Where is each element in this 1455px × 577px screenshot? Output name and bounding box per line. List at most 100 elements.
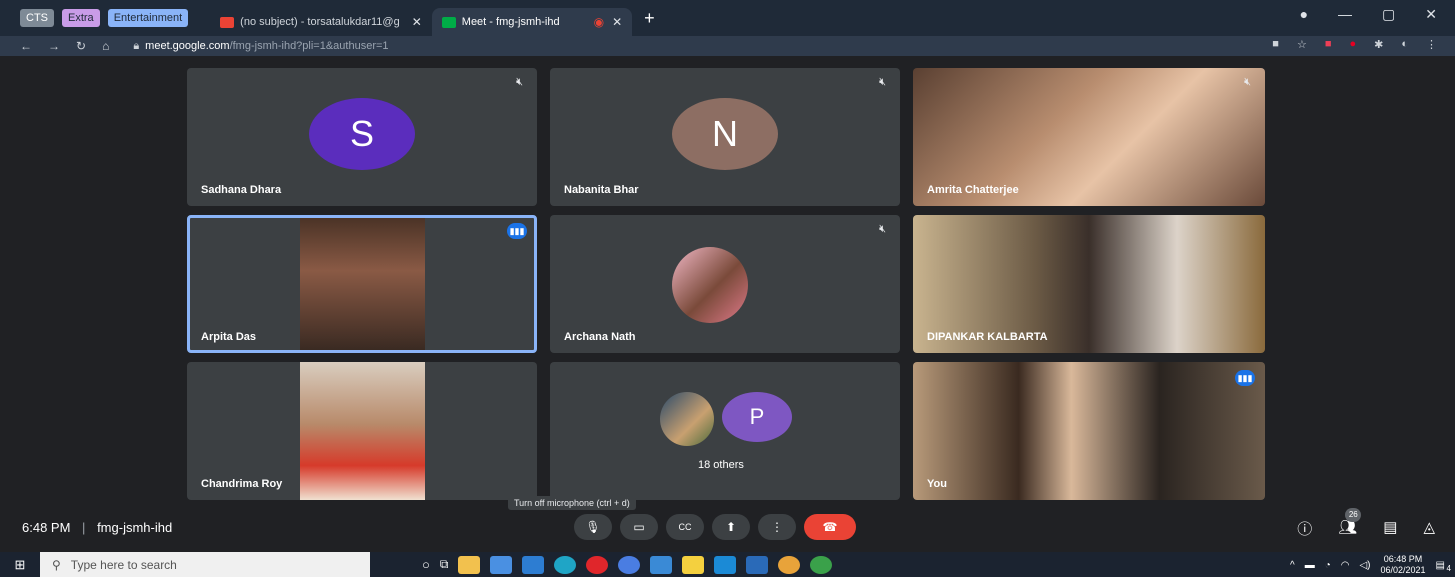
participant-tile[interactable]: DIPANKAR KALBARTA	[913, 215, 1265, 353]
opera-icon[interactable]	[586, 555, 609, 574]
participant-tile[interactable]: 🔇︎ S Sadhana Dhara	[187, 68, 537, 206]
gmail-icon	[220, 16, 235, 28]
wifi-icon[interactable]: ◠	[1341, 560, 1350, 571]
file-explorer-icon[interactable]	[458, 555, 481, 574]
chrome-icon[interactable]	[778, 555, 801, 574]
window-controls: ● — ▢ ✕	[1300, 6, 1437, 23]
network-icon[interactable]: ◔	[1325, 560, 1331, 571]
menu-icon[interactable]: ⋮	[1426, 38, 1437, 51]
notifications-icon[interactable]: ▤ 4	[1436, 560, 1451, 573]
back-icon[interactable]: ←	[20, 39, 32, 53]
participant-count-badge: 26	[1345, 508, 1362, 522]
mail-icon[interactable]	[522, 555, 545, 574]
edge-icon[interactable]	[554, 555, 577, 574]
search-placeholder: Type here to search	[70, 557, 177, 572]
participant-tile[interactable]: 🔇︎ N Nabanita Bhar	[550, 68, 900, 206]
call-controls: 🎙︎ ▭ CC ⬆ ⋮ ☎︎	[574, 514, 856, 540]
tab-group-cts[interactable]: CTS	[20, 9, 54, 27]
minimize-icon[interactable]: —	[1338, 6, 1352, 23]
chrome-alt-icon[interactable]	[810, 555, 833, 574]
cortana-icon[interactable]: ○	[422, 557, 430, 572]
participant-tile[interactable]: 🔇︎ Archana Nath	[550, 215, 900, 353]
home-icon[interactable]: ⌂	[102, 39, 109, 53]
profile-icon[interactable]: ◐	[1401, 38, 1408, 51]
clock[interactable]: 06:48 PM 06/02/2021	[1381, 554, 1426, 576]
activities-icon[interactable]: ◬	[1423, 518, 1435, 539]
mic-tooltip: Turn off microphone (ctrl + d)	[508, 496, 636, 510]
mic-muted-icon: 🔇︎	[1244, 76, 1251, 88]
more-icon: ⋮	[771, 520, 783, 534]
hangup-icon: ☎︎	[822, 520, 838, 534]
url-path: /fmg-jsmh-ihd?pli=1&authuser=1	[229, 40, 389, 52]
browser-tabbar: CTS Extra Entertainment (no subject) - t…	[0, 0, 1455, 36]
camera-button[interactable]: ▭	[620, 514, 658, 540]
search-icon: ⚲	[52, 557, 61, 572]
people-icon[interactable]: 👥︎ 26	[1338, 508, 1362, 539]
end-call-button[interactable]: ☎︎	[804, 514, 856, 540]
windows-start-icon[interactable]: ⊞	[0, 557, 40, 573]
lync-icon[interactable]	[714, 555, 737, 574]
participant-tile[interactable]: ▮▮▮ Arpita Das	[187, 215, 537, 353]
task-view-icon[interactable]: ⧉	[440, 557, 449, 572]
meeting-info: 6:48 PM | fmg-jsmh-ihd	[22, 520, 172, 535]
app-icon[interactable]	[618, 555, 641, 574]
microphone-button[interactable]: 🎙︎	[574, 514, 612, 540]
present-button[interactable]: ⬆	[712, 514, 750, 540]
participant-tile[interactable]: ▮▮▮ You	[913, 362, 1265, 500]
participant-name: Sadhana Dhara	[201, 184, 282, 196]
notification-count: 4	[1446, 563, 1451, 573]
speaking-indicator-icon: ▮▮▮	[507, 223, 527, 239]
taskbar-search[interactable]: ⚲ Type here to search	[40, 552, 370, 577]
taskbar: ⊞ ⚲ Type here to search ○ ⧉ ^ ▬ ◔ ◠ ◁) 0…	[0, 552, 1455, 577]
mic-muted-icon: 🔇︎	[879, 76, 886, 88]
sticky-notes-icon[interactable]	[682, 555, 705, 574]
meeting-time: 6:48 PM	[22, 520, 71, 535]
others-tile[interactable]: P 18 others	[550, 362, 900, 500]
star-icon[interactable]: ☆	[1297, 38, 1307, 51]
camera-icon[interactable]: ■	[1272, 38, 1279, 51]
pinterest-icon[interactable]: ●	[1349, 38, 1356, 51]
speaking-indicator-icon: ▮▮▮	[1235, 370, 1255, 386]
participant-tile[interactable]: 🔇︎ Amrita Chatterjee	[913, 68, 1265, 206]
taskbar-apps: ○ ⧉	[422, 555, 833, 574]
profile-icon[interactable]: ●	[1300, 6, 1308, 23]
more-options-button[interactable]: ⋮	[758, 514, 796, 540]
forward-icon[interactable]: →	[48, 39, 60, 53]
close-window-icon[interactable]: ✕	[1425, 6, 1437, 23]
chevron-up-icon[interactable]: ^	[1290, 560, 1295, 571]
info-icon[interactable]: ⓘ	[1297, 518, 1312, 539]
avatar: S	[309, 98, 415, 170]
volume-icon[interactable]: ◁)	[1359, 560, 1370, 571]
new-tab-button[interactable]: +	[644, 8, 655, 29]
url-host: meet.google.com	[145, 40, 230, 52]
side-controls: ⓘ 👥︎ 26 ▤ ◬	[1297, 508, 1435, 539]
ie-icon[interactable]	[650, 555, 673, 574]
chat-icon[interactable]: ▤	[1383, 518, 1397, 539]
maximize-icon[interactable]: ▢	[1382, 6, 1395, 23]
extensions-icon[interactable]: ✱	[1374, 38, 1383, 51]
close-tab-icon[interactable]: ✕	[612, 15, 622, 29]
pocket-icon[interactable]: ■	[1325, 38, 1332, 51]
meeting-toolbar: 6:48 PM | fmg-jsmh-ihd 🎙︎ ▭ CC ⬆ ⋮ ☎︎ ⓘ …	[0, 508, 1455, 544]
video-feed	[300, 218, 425, 350]
participant-tile[interactable]: Chandrima Roy	[187, 362, 537, 500]
participant-name: Arpita Das	[201, 331, 257, 343]
tab-meet[interactable]: Meet - fmg-jsmh-ihd ◉ ✕	[431, 8, 633, 36]
store-icon[interactable]	[490, 555, 513, 574]
tab-group-extra[interactable]: Extra	[62, 9, 100, 27]
tab-title: (no subject) - torsatalukdar11@g	[240, 16, 400, 28]
participant-name: Amrita Chatterjee	[927, 184, 1019, 196]
meet-icon	[441, 16, 456, 28]
tab-group-entertainment[interactable]: Entertainment	[107, 9, 189, 27]
captions-button[interactable]: CC	[666, 514, 704, 540]
url-field[interactable]: 🔒︎ meet.google.com /fmg-jsmh-ihd?pli=1&a…	[133, 40, 388, 53]
tab-gmail[interactable]: (no subject) - torsatalukdar11@g ✕	[210, 8, 432, 36]
system-tray: ^ ▬ ◔ ◠ ◁) 06:48 PM 06/02/2021 ▤ 4	[1290, 554, 1451, 576]
mic-muted-icon: 🔇︎	[879, 223, 886, 235]
app-icon[interactable]	[746, 555, 769, 574]
reload-icon[interactable]: ↻	[76, 39, 86, 53]
others-count: 18 others	[698, 459, 744, 471]
video-feed	[300, 362, 425, 500]
battery-icon[interactable]: ▬	[1305, 560, 1315, 571]
close-tab-icon[interactable]: ✕	[412, 15, 422, 29]
